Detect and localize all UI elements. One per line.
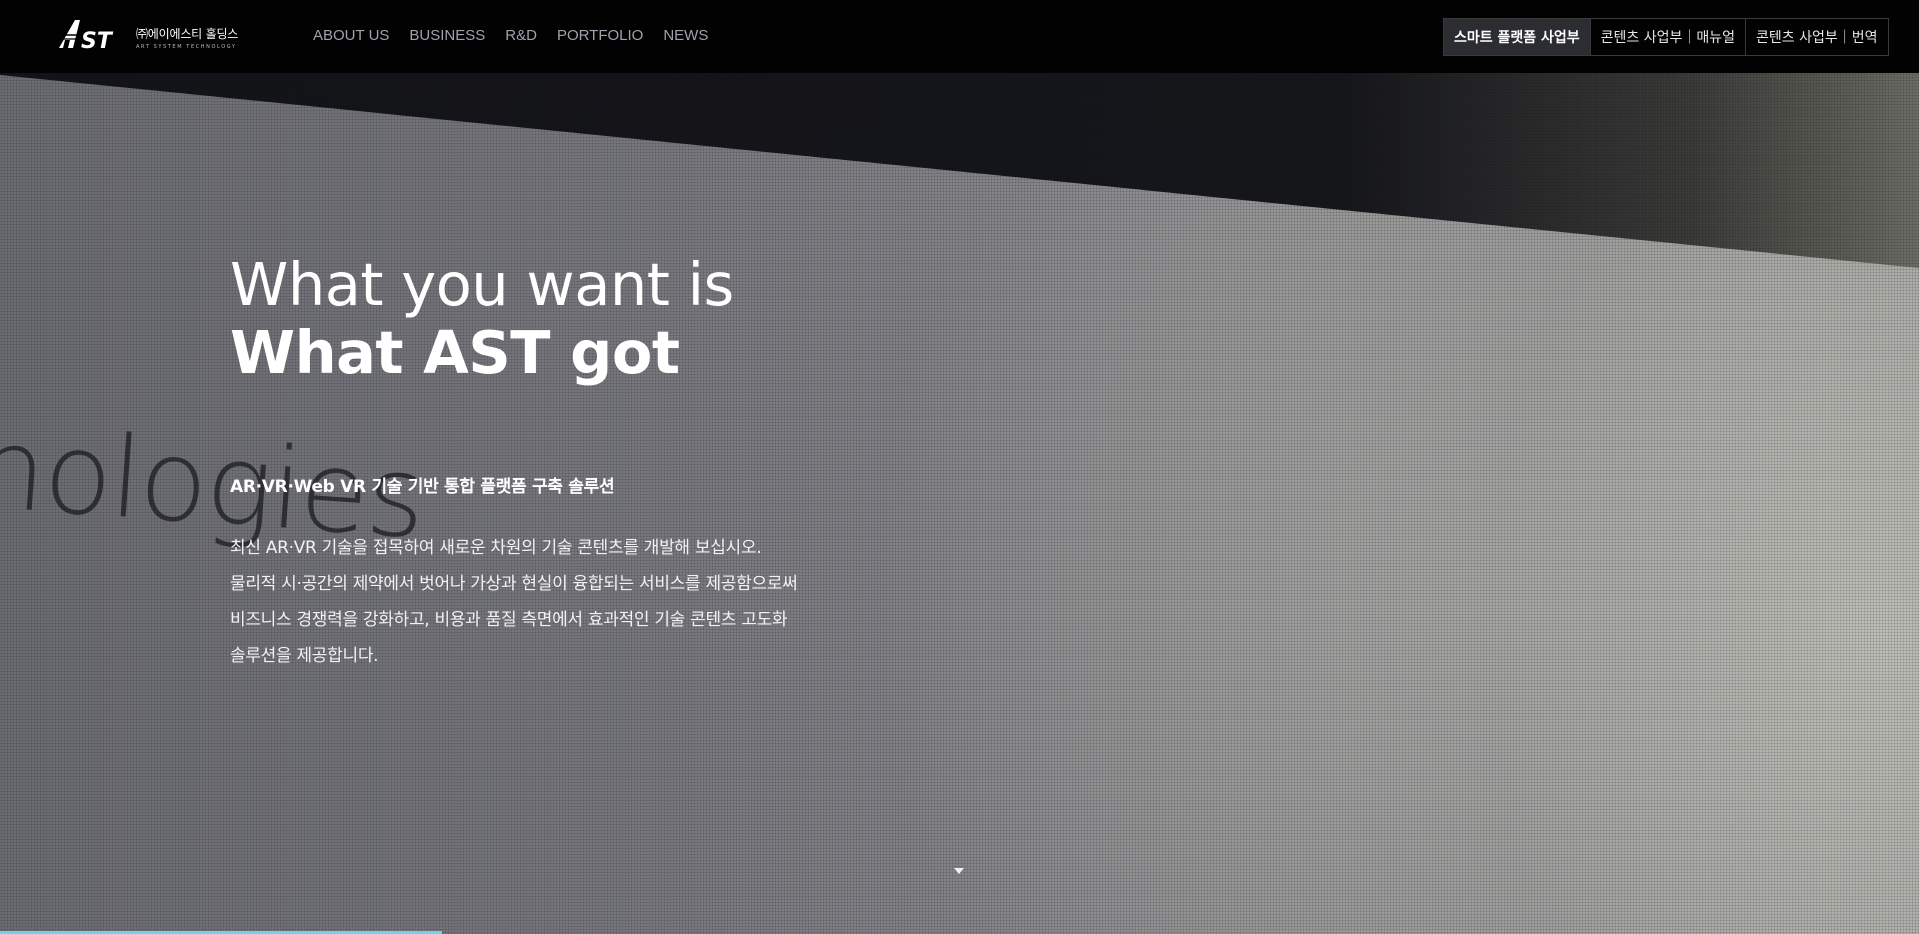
hero-section: nologies What you want is What AST got A… (0, 73, 1919, 934)
site-header: ST ㈜에이에스티 홀딩스 ART SYSTEM TECHNOLOGY ABOU… (0, 0, 1919, 73)
headline-line-2: What AST got (230, 318, 680, 387)
description-line: 솔루션을 제공합니다. (230, 646, 379, 666)
description-line: 최신 AR·VR 기술을 접목하여 새로운 차원의 기술 콘텐츠를 개발해 보십… (230, 538, 762, 558)
caret-down-icon[interactable] (954, 868, 964, 874)
hero-subtitle: AR·VR·Web VR 기술 기반 통합 플랫폼 구축 솔루션 (230, 477, 615, 497)
headline-line-1: What you want is (230, 250, 734, 319)
nav-about-us[interactable]: ABOUT US (313, 27, 389, 44)
business-division-tabs: 스마트 플랫폼 사업부 콘텐츠 사업부｜매뉴얼 콘텐츠 사업부｜번역 (1443, 18, 1889, 56)
hero-description: 최신 AR·VR 기술을 접목하여 새로운 차원의 기술 콘텐츠를 개발해 보십… (230, 530, 798, 674)
logo-company-name: ㈜에이에스티 홀딩스 (136, 27, 239, 41)
tab-contents-translation[interactable]: 콘텐츠 사업부｜번역 (1745, 19, 1888, 55)
nav-news[interactable]: NEWS (663, 27, 708, 44)
nav-business[interactable]: BUSINESS (409, 27, 485, 44)
svg-text:ST: ST (81, 29, 114, 53)
ast-logo-mark: ST (55, 20, 114, 53)
nav-portfolio[interactable]: PORTFOLIO (557, 27, 643, 44)
hero-headline: What you want is What AST got (230, 251, 734, 387)
nav-rnd[interactable]: R&D (505, 27, 537, 44)
logo-tagline: ART SYSTEM TECHNOLOGY (136, 44, 237, 50)
site-logo[interactable]: ST ㈜에이에스티 홀딩스 ART SYSTEM TECHNOLOGY (55, 15, 255, 53)
description-line: 비즈니스 경쟁력을 강화하고, 비용과 품질 측면에서 효과적인 기술 콘텐츠 … (230, 610, 788, 630)
tab-smart-platform[interactable]: 스마트 플랫폼 사업부 (1444, 19, 1590, 55)
main-nav: ABOUT US BUSINESS R&D PORTFOLIO NEWS (313, 27, 708, 44)
description-line: 물리적 시·공간의 제약에서 벗어나 가상과 현실이 융합되는 서비스를 제공함… (230, 574, 798, 594)
tab-contents-manual[interactable]: 콘텐츠 사업부｜매뉴얼 (1589, 19, 1745, 55)
